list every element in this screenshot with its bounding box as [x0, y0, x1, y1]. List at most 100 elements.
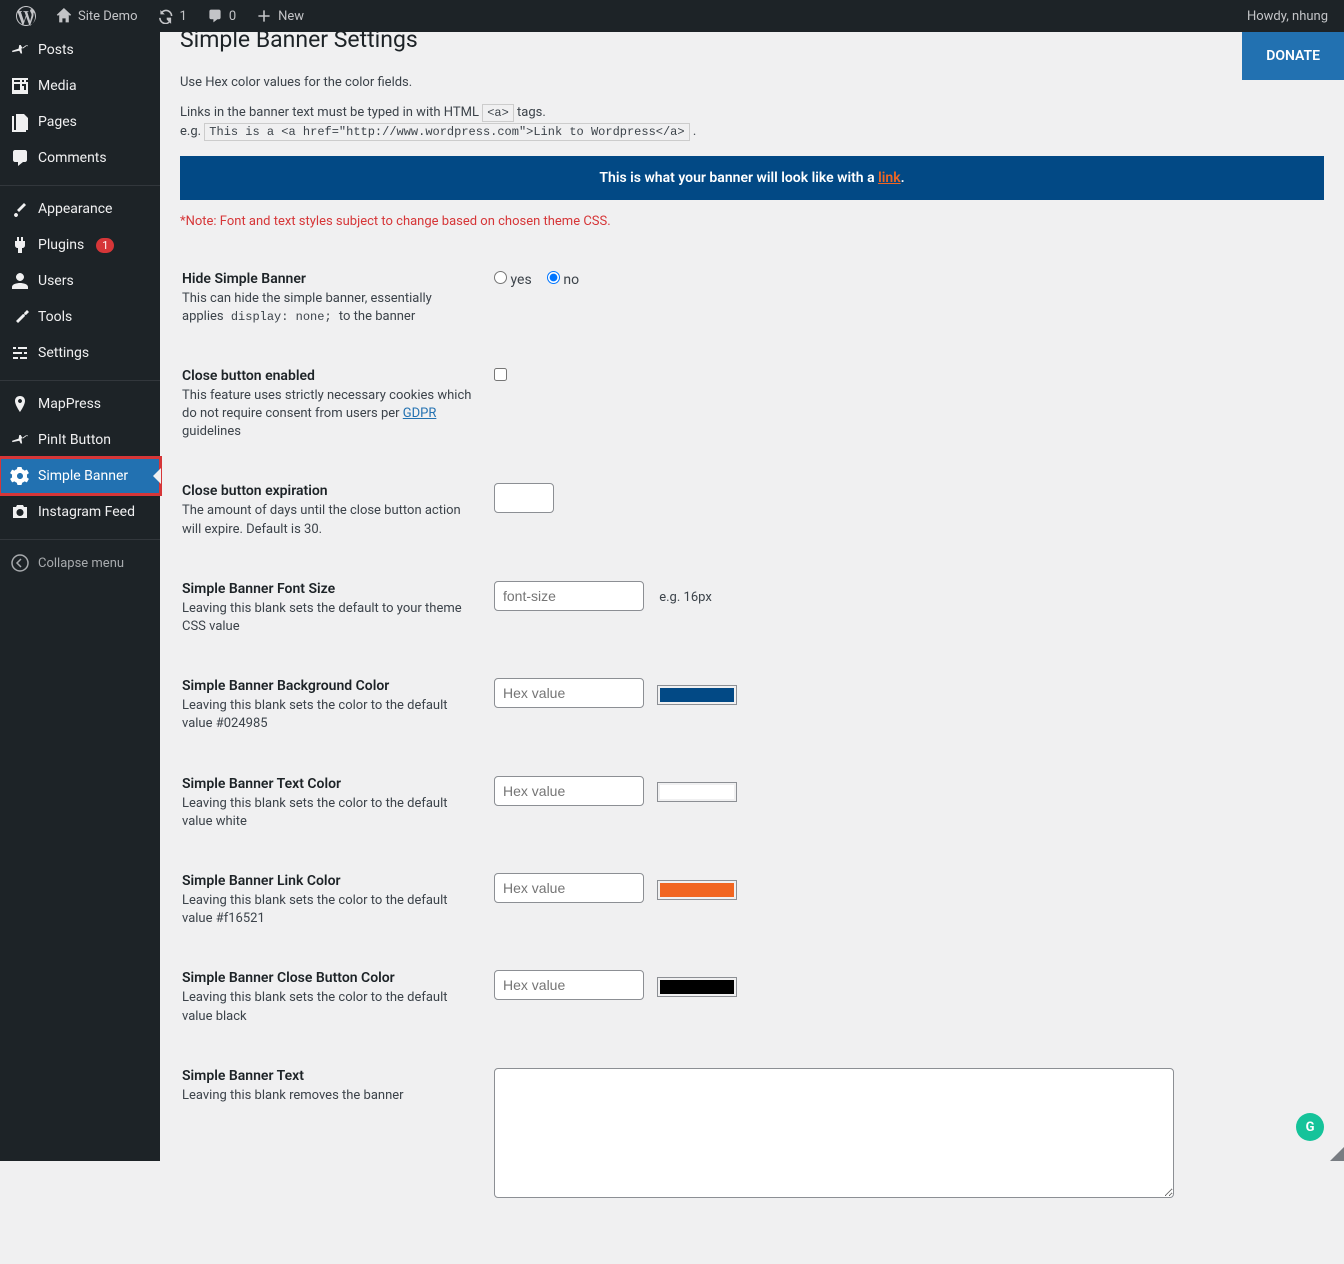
main-content: Simple Banner Settings DONATE Use Hex co…	[160, 16, 1344, 1264]
sidebar-label: Pages	[38, 114, 77, 130]
hide-no-radio[interactable]	[547, 271, 560, 284]
close-btn-desc: This feature uses strictly necessary coo…	[182, 387, 472, 442]
close-exp-desc: The amount of days until the close butto…	[182, 502, 472, 538]
collapse-menu-button[interactable]: Collapse menu	[0, 545, 160, 581]
sidebar-label: Users	[38, 273, 74, 289]
updates-count: 1	[180, 9, 187, 24]
bg-color-desc: Leaving this blank sets the color to the…	[182, 697, 472, 733]
bg-color-input[interactable]	[494, 678, 644, 708]
admin-sidebar: Posts Media Pages Comments Appearance Pl…	[0, 32, 160, 1161]
account-menu[interactable]: Howdy, nhung	[1239, 0, 1336, 32]
intro-links: Links in the banner text must be typed i…	[180, 103, 1324, 142]
pin-icon	[10, 430, 30, 450]
menu-separator	[0, 535, 160, 540]
font-size-label: Simple Banner Font Size	[182, 581, 472, 597]
font-size-input[interactable]	[494, 581, 644, 611]
sidebar-label: Comments	[38, 150, 107, 166]
hide-banner-desc: This can hide the simple banner, essenti…	[182, 290, 472, 326]
site-name-label: Site Demo	[78, 9, 138, 24]
wp-logo-menu[interactable]	[8, 0, 44, 32]
sidebar-item-instagram[interactable]: Instagram Feed	[0, 494, 160, 530]
bg-color-swatch[interactable]	[657, 685, 737, 705]
wordpress-icon	[16, 6, 36, 26]
location-icon	[10, 394, 30, 414]
resize-handle[interactable]	[1330, 1147, 1344, 1161]
link-color-swatch[interactable]	[657, 880, 737, 900]
plug-icon	[10, 235, 30, 255]
gdpr-link[interactable]: GDPR	[403, 406, 437, 421]
plus-icon	[256, 8, 272, 24]
comment-icon	[207, 8, 223, 24]
new-label: New	[278, 9, 304, 24]
sidebar-item-plugins[interactable]: Plugins 1	[0, 227, 160, 263]
sidebar-label: MapPress	[38, 396, 101, 412]
sidebar-item-pinit[interactable]: PinIt Button	[0, 422, 160, 458]
updates-menu[interactable]: 1	[150, 0, 195, 32]
banner-preview-link[interactable]: link	[878, 170, 900, 186]
new-content-menu[interactable]: New	[248, 0, 312, 32]
close-color-swatch[interactable]	[657, 977, 737, 997]
text-color-desc: Leaving this blank sets the color to the…	[182, 795, 472, 831]
grammarly-widget[interactable]: G	[1296, 1113, 1324, 1141]
text-color-swatch[interactable]	[657, 782, 737, 802]
close-exp-input[interactable]	[494, 483, 554, 513]
brush-icon	[10, 199, 30, 219]
collapse-label: Collapse menu	[38, 556, 124, 571]
text-color-input[interactable]	[494, 776, 644, 806]
comments-menu[interactable]: 0	[199, 0, 244, 32]
hide-no-option[interactable]: no	[547, 272, 579, 288]
user-icon	[10, 271, 30, 291]
sidebar-label: Posts	[38, 42, 74, 58]
sidebar-item-posts[interactable]: Posts	[0, 32, 160, 68]
close-btn-checkbox[interactable]	[494, 368, 507, 381]
sidebar-item-media[interactable]: Media	[0, 68, 160, 104]
link-color-input[interactable]	[494, 873, 644, 903]
sidebar-label: Settings	[38, 345, 89, 361]
close-btn-label: Close button enabled	[182, 368, 472, 384]
intro-hex: Use Hex color values for the color field…	[180, 73, 1324, 93]
close-color-input[interactable]	[494, 970, 644, 1000]
link-color-label: Simple Banner Link Color	[182, 873, 472, 889]
font-size-desc: Leaving this blank sets the default to y…	[182, 600, 472, 636]
sidebar-item-simple-banner[interactable]: Simple Banner	[0, 458, 160, 494]
menu-separator	[0, 181, 160, 186]
sidebar-label: Appearance	[38, 201, 112, 217]
sliders-icon	[10, 343, 30, 363]
site-name-menu[interactable]: Site Demo	[48, 0, 146, 32]
sidebar-label: Media	[38, 78, 77, 94]
pages-icon	[10, 112, 30, 132]
hide-yes-radio[interactable]	[494, 271, 507, 284]
refresh-icon	[158, 8, 174, 24]
sidebar-item-users[interactable]: Users	[0, 263, 160, 299]
banner-text-desc: Leaving this blank removes the banner	[182, 1087, 472, 1105]
admin-bar: Site Demo 1 0 New Howdy, nhung	[0, 0, 1344, 32]
sidebar-label: Tools	[38, 309, 72, 325]
pin-icon	[10, 40, 30, 60]
wrench-icon	[10, 307, 30, 327]
donate-button[interactable]: DONATE	[1242, 32, 1344, 80]
comment-icon	[10, 148, 30, 168]
sidebar-item-settings[interactable]: Settings	[0, 335, 160, 371]
gear-icon	[10, 466, 30, 486]
sidebar-item-tools[interactable]: Tools	[0, 299, 160, 335]
close-color-label: Simple Banner Close Button Color	[182, 970, 472, 986]
sidebar-label: Plugins	[38, 237, 84, 253]
banner-text-textarea[interactable]	[494, 1068, 1174, 1198]
settings-form: Hide Simple Banner This can hide the sim…	[180, 249, 1324, 1224]
hide-yes-option[interactable]: yes	[494, 272, 532, 288]
collapse-icon	[10, 553, 30, 573]
home-icon	[56, 8, 72, 24]
theme-note: *Note: Font and text styles subject to c…	[180, 214, 1324, 229]
close-exp-label: Close button expiration	[182, 483, 472, 499]
howdy-label: Howdy, nhung	[1247, 9, 1328, 24]
menu-separator	[0, 376, 160, 381]
media-icon	[10, 76, 30, 96]
sidebar-item-appearance[interactable]: Appearance	[0, 191, 160, 227]
sidebar-item-pages[interactable]: Pages	[0, 104, 160, 140]
text-color-label: Simple Banner Text Color	[182, 776, 472, 792]
close-color-desc: Leaving this blank sets the color to the…	[182, 989, 472, 1025]
sidebar-item-comments[interactable]: Comments	[0, 140, 160, 176]
camera-icon	[10, 502, 30, 522]
active-arrow	[153, 468, 161, 484]
sidebar-item-mappress[interactable]: MapPress	[0, 386, 160, 422]
